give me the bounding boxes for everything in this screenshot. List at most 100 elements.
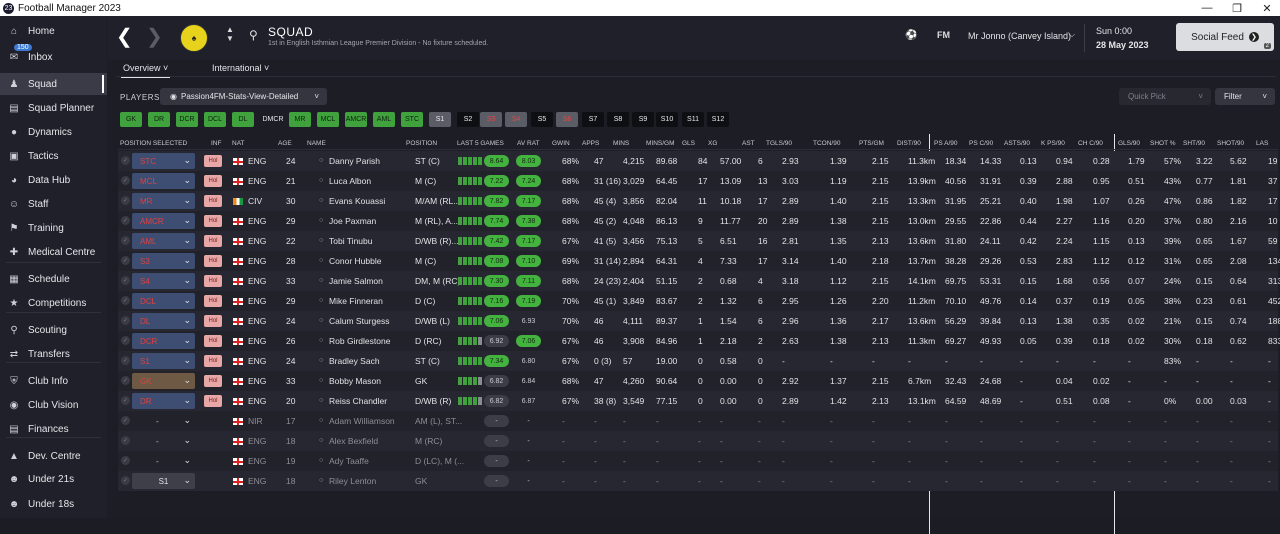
influence-badge[interactable]: Hol — [204, 175, 222, 187]
influence-badge[interactable]: Hol — [204, 275, 222, 287]
player-name[interactable]: Riley Lenton — [329, 476, 376, 486]
player-name[interactable]: Calum Sturgess — [329, 316, 389, 326]
column-header-mins[interactable]: MINS — [613, 140, 629, 147]
formation-chip-dl[interactable]: DL — [232, 112, 254, 127]
column-header-psa[interactable]: PS A/90 — [934, 140, 958, 147]
sidebar-item-staff[interactable]: ☺ Staff — [0, 193, 107, 215]
formation-chip-dr[interactable]: DR — [148, 112, 170, 127]
column-header-asts[interactable]: ASTS/90 — [1004, 140, 1030, 147]
table-row[interactable]: ✓ AMCR ⌄ Hol ENG 29 ○ Joe Paxman M (RL), A... 7.7… — [118, 211, 1278, 231]
column-header-age[interactable]: AGE — [278, 140, 292, 147]
influence-badge[interactable]: Hol — [204, 195, 222, 207]
position-selected-dropdown[interactable]: S4 ⌄ — [132, 273, 195, 289]
position-selected-dropdown[interactable]: AMCR ⌄ — [132, 213, 195, 229]
table-row[interactable]: ✓ AML ⌄ Hol ENG 22 ○ Tobi Tinubu D/WB (R)... 7.42… — [118, 231, 1278, 251]
position-selected-dropdown[interactable]: DL ⌄ — [132, 313, 195, 329]
formation-chip-s2[interactable]: S2 — [457, 112, 479, 127]
position-selected-dropdown[interactable]: - ⌄ — [132, 433, 195, 449]
player-name[interactable]: Alex Bexfield — [329, 436, 378, 446]
row-select-checkbox[interactable]: ✓ — [121, 296, 130, 305]
formation-chip-s1[interactable]: S1 — [429, 112, 451, 127]
row-select-checkbox[interactable]: ✓ — [121, 236, 130, 245]
sidebar-item-under-18s[interactable]: ☻ Under 18s — [0, 493, 107, 515]
back-arrow-icon[interactable]: ❮ — [116, 24, 133, 49]
filter-button[interactable]: Filter ˅ — [1215, 88, 1275, 105]
influence-badge[interactable]: Hol — [204, 155, 222, 167]
formation-chip-s3[interactable]: S3 — [480, 112, 502, 127]
influence-badge[interactable]: Hol — [204, 235, 222, 247]
position-selected-dropdown[interactable]: MR ⌄ — [132, 193, 195, 209]
column-header-kps[interactable]: K PS/90 — [1041, 140, 1065, 147]
player-name[interactable]: Danny Parish — [329, 156, 380, 166]
influence-badge[interactable]: Hol — [204, 255, 222, 267]
player-name[interactable]: Jamie Salmon — [329, 276, 383, 286]
column-header-apps[interactable]: APPS — [582, 140, 599, 147]
sidebar-item-competitions[interactable]: ★ Competitions — [0, 292, 107, 314]
player-name[interactable]: Tobi Tinubu — [329, 236, 372, 246]
position-selected-dropdown[interactable]: S1 ⌄ — [132, 353, 195, 369]
column-header-minsgm[interactable]: MINS/GM — [646, 140, 675, 147]
player-name[interactable]: Bobby Mason — [329, 376, 381, 386]
sidebar-item-inbox[interactable]: ✉ 150 Inbox — [0, 44, 107, 68]
influence-badge[interactable]: Hol — [204, 375, 222, 387]
formation-chip-s7[interactable]: S7 — [582, 112, 604, 127]
formation-chip-mr[interactable]: MR — [289, 112, 311, 127]
sidebar-item-schedule[interactable]: ▦ Schedule — [0, 268, 107, 290]
minimize-icon[interactable]: — — [1192, 0, 1222, 16]
maximize-icon[interactable]: ❐ — [1222, 0, 1252, 16]
sidebar-item-transfers[interactable]: ⇄ Transfers — [0, 343, 107, 365]
sidebar-item-dynamics[interactable]: ● Dynamics — [0, 121, 107, 143]
sidebar-item-training[interactable]: ⚑ Training — [0, 217, 107, 239]
player-name[interactable]: Bradley Sach — [329, 356, 380, 366]
sidebar-item-finances[interactable]: ▤ Finances — [0, 418, 107, 440]
row-select-checkbox[interactable]: ✓ — [121, 156, 130, 165]
formation-chip-s5[interactable]: S5 — [531, 112, 553, 127]
column-header-ast[interactable]: AST — [742, 140, 755, 147]
position-selected-dropdown[interactable]: S3 ⌄ — [132, 253, 195, 269]
formation-chip-s9[interactable]: S9 — [632, 112, 654, 127]
table-row[interactable]: ✓ S1 ⌄ ENG 18 ○ Riley Lenton GK - - - - - - - - - - - - - - - -… — [118, 471, 1278, 491]
table-row[interactable]: ✓ STC ⌄ Hol ENG 24 ○ Danny Parish ST (C) 8.64 8.03… — [118, 151, 1278, 171]
influence-badge[interactable]: Hol — [204, 315, 222, 327]
formation-chip-s12[interactable]: S12 — [707, 112, 729, 127]
position-selected-dropdown[interactable]: STC ⌄ — [132, 153, 195, 169]
column-header-last5[interactable]: LAST 5 GAMES — [457, 140, 504, 147]
table-row[interactable]: ✓ S3 ⌄ Hol ENG 28 ○ Conor Hubble M (C) 7.08 7.10 69… — [118, 251, 1280, 271]
sidebar-item-home[interactable]: ⌂ Home — [0, 20, 107, 42]
formation-chip-dcr[interactable]: DCR — [176, 112, 198, 127]
column-header-gls90[interactable]: GLS/90 — [1118, 140, 1140, 147]
forward-arrow-icon[interactable]: ❯ — [146, 24, 163, 49]
column-header-shot90[interactable]: SHOT/90 — [1217, 140, 1244, 147]
tab-international[interactable]: International ˅ — [212, 63, 269, 73]
tab-overview[interactable]: Overview ˅ — [120, 63, 171, 78]
player-name[interactable]: Luca Albon — [329, 176, 371, 186]
column-header-tgls[interactable]: TGLS/90 — [766, 140, 792, 147]
table-row[interactable]: ✓ MR ⌄ Hol CIV 30 ○ Evans Kouassi M/AM (RL... 7.8… — [118, 191, 1278, 211]
row-select-checkbox[interactable]: ✓ — [121, 216, 130, 225]
player-name[interactable]: Adam Williamson — [329, 416, 395, 426]
table-row[interactable]: ✓ - ⌄ ENG 18 ○ Alex Bexfield M (RC) - - - - - - - - - - - -… — [118, 431, 1278, 451]
view-select[interactable]: ◉ Passion4FM-Stats-View-Detailed ˅ — [160, 88, 327, 105]
position-selected-dropdown[interactable]: GK ⌄ — [132, 373, 195, 389]
row-select-checkbox[interactable]: ✓ — [121, 416, 130, 425]
table-row[interactable]: ✓ - ⌄ NIR 17 ○ Adam Williamson AM (L), ST... - - -… — [118, 411, 1278, 431]
column-header-nat[interactable]: NAT — [232, 140, 245, 147]
table-row[interactable]: ✓ DCL ⌄ Hol ENG 29 ○ Mike Finneran D (C) 7.16 7.19… — [118, 291, 1280, 311]
formation-chip-stc[interactable]: STC — [401, 112, 423, 127]
position-selected-dropdown[interactable]: DCL ⌄ — [132, 293, 195, 309]
column-header-sht90[interactable]: SHT/90 — [1183, 140, 1205, 147]
sidebar-item-club-vision[interactable]: ◉ Club Vision — [0, 394, 107, 416]
row-select-checkbox[interactable]: ✓ — [121, 396, 130, 405]
table-row[interactable]: ✓ DR ⌄ Hol ENG 20 ○ Reiss Chandler D/WB (R) 6.82 6… — [118, 391, 1278, 411]
formation-chip-s4[interactable]: S4 — [505, 112, 527, 127]
row-select-checkbox[interactable]: ✓ — [121, 196, 130, 205]
column-header-tcon[interactable]: TCON/90 — [813, 140, 840, 147]
column-header-pts[interactable]: PTS/GM — [859, 140, 884, 147]
chevron-down-icon[interactable]: ⌵ — [1069, 30, 1075, 40]
row-select-checkbox[interactable]: ✓ — [121, 456, 130, 465]
formation-chip-amcr[interactable]: AMCR — [345, 112, 367, 127]
player-name[interactable]: Rob Girdlestone — [329, 336, 390, 346]
player-name[interactable]: Ady Taaffe — [329, 456, 369, 466]
position-selected-dropdown[interactable]: DCR ⌄ — [132, 333, 195, 349]
formation-chip-aml[interactable]: AML — [373, 112, 395, 127]
